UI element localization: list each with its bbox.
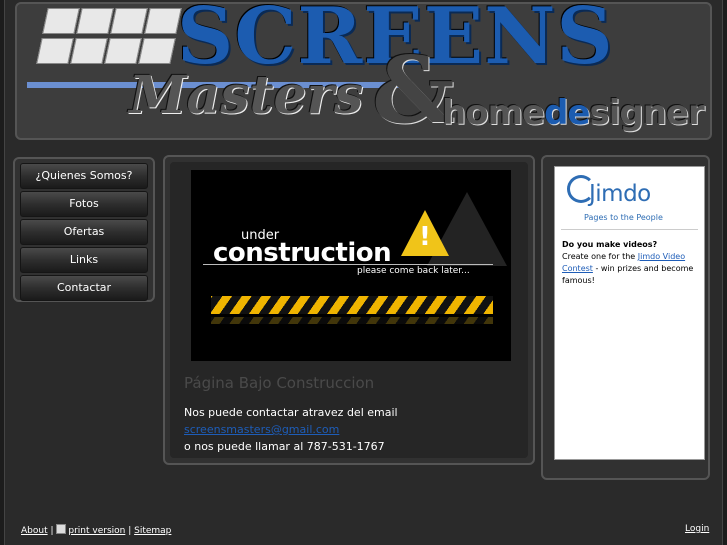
contact-line-phone: o nos puede llamar al 787-531-1767 [184, 440, 385, 453]
site-header: SCREENS Masters & homedesigner [15, 2, 712, 140]
nav-item-quienes-somos[interactable]: ¿Quienes Somos? [20, 163, 148, 189]
logo-masters: Masters [129, 65, 364, 126]
nav-item-links[interactable]: Links [20, 247, 148, 273]
banner-divider [203, 264, 493, 265]
footer-links: About | print version | Sitemap [21, 524, 171, 536]
email-link[interactable]: screensmasters@gmail.com [184, 423, 339, 436]
widget-divider [561, 229, 698, 230]
promo-text-pre: Create one for the [562, 252, 638, 261]
logo-homedesigner: homedesigner [442, 93, 705, 133]
content-panel: under construction ! please come back la… [163, 155, 535, 465]
jimdo-logo[interactable]: Jimdo Pages to the People [567, 173, 687, 225]
footer-separator: | [47, 526, 57, 536]
hazard-stripes [211, 296, 493, 314]
sidebar-panel: Jimdo Pages to the People Do you make vi… [541, 155, 710, 480]
navigation-menu: ¿Quienes Somos? Fotos Ofertas Links Cont… [20, 163, 148, 303]
jimdo-tagline: Pages to the People [584, 213, 663, 222]
print-version-link[interactable]: print version [68, 526, 125, 536]
navigation-panel: ¿Quienes Somos? Fotos Ofertas Links Cont… [13, 157, 155, 302]
login-link[interactable]: Login [685, 524, 709, 534]
exclamation-icon: ! [419, 222, 431, 252]
nav-item-fotos[interactable]: Fotos [20, 191, 148, 217]
page-title: Página Bajo Construccion [184, 374, 375, 392]
contact-line-email-intro: Nos puede contactar atravez del email [184, 406, 398, 419]
printer-icon[interactable] [56, 524, 67, 534]
footer-login: Login [685, 524, 709, 534]
jimdo-widget: Jimdo Pages to the People Do you make vi… [554, 166, 705, 460]
jimdo-wordmark: Jimdo [589, 181, 651, 207]
under-construction-banner: under construction ! please come back la… [191, 170, 511, 361]
contact-text: Nos puede contactar atravez del email sc… [184, 404, 398, 455]
hazard-stripes-reflection [211, 317, 493, 324]
nav-item-ofertas[interactable]: Ofertas [20, 219, 148, 245]
promo-title: Do you make videos? [562, 240, 658, 249]
footer-separator: | [125, 526, 135, 536]
jimdo-promo: Do you make videos? Create one for the J… [562, 239, 698, 287]
banner-come-back-text: please come back later... [357, 266, 470, 276]
content-area: under construction ! please come back la… [170, 162, 528, 458]
nav-item-contactar[interactable]: Contactar [20, 275, 148, 301]
about-link[interactable]: About [21, 526, 48, 536]
sitemap-link[interactable]: Sitemap [134, 526, 171, 536]
